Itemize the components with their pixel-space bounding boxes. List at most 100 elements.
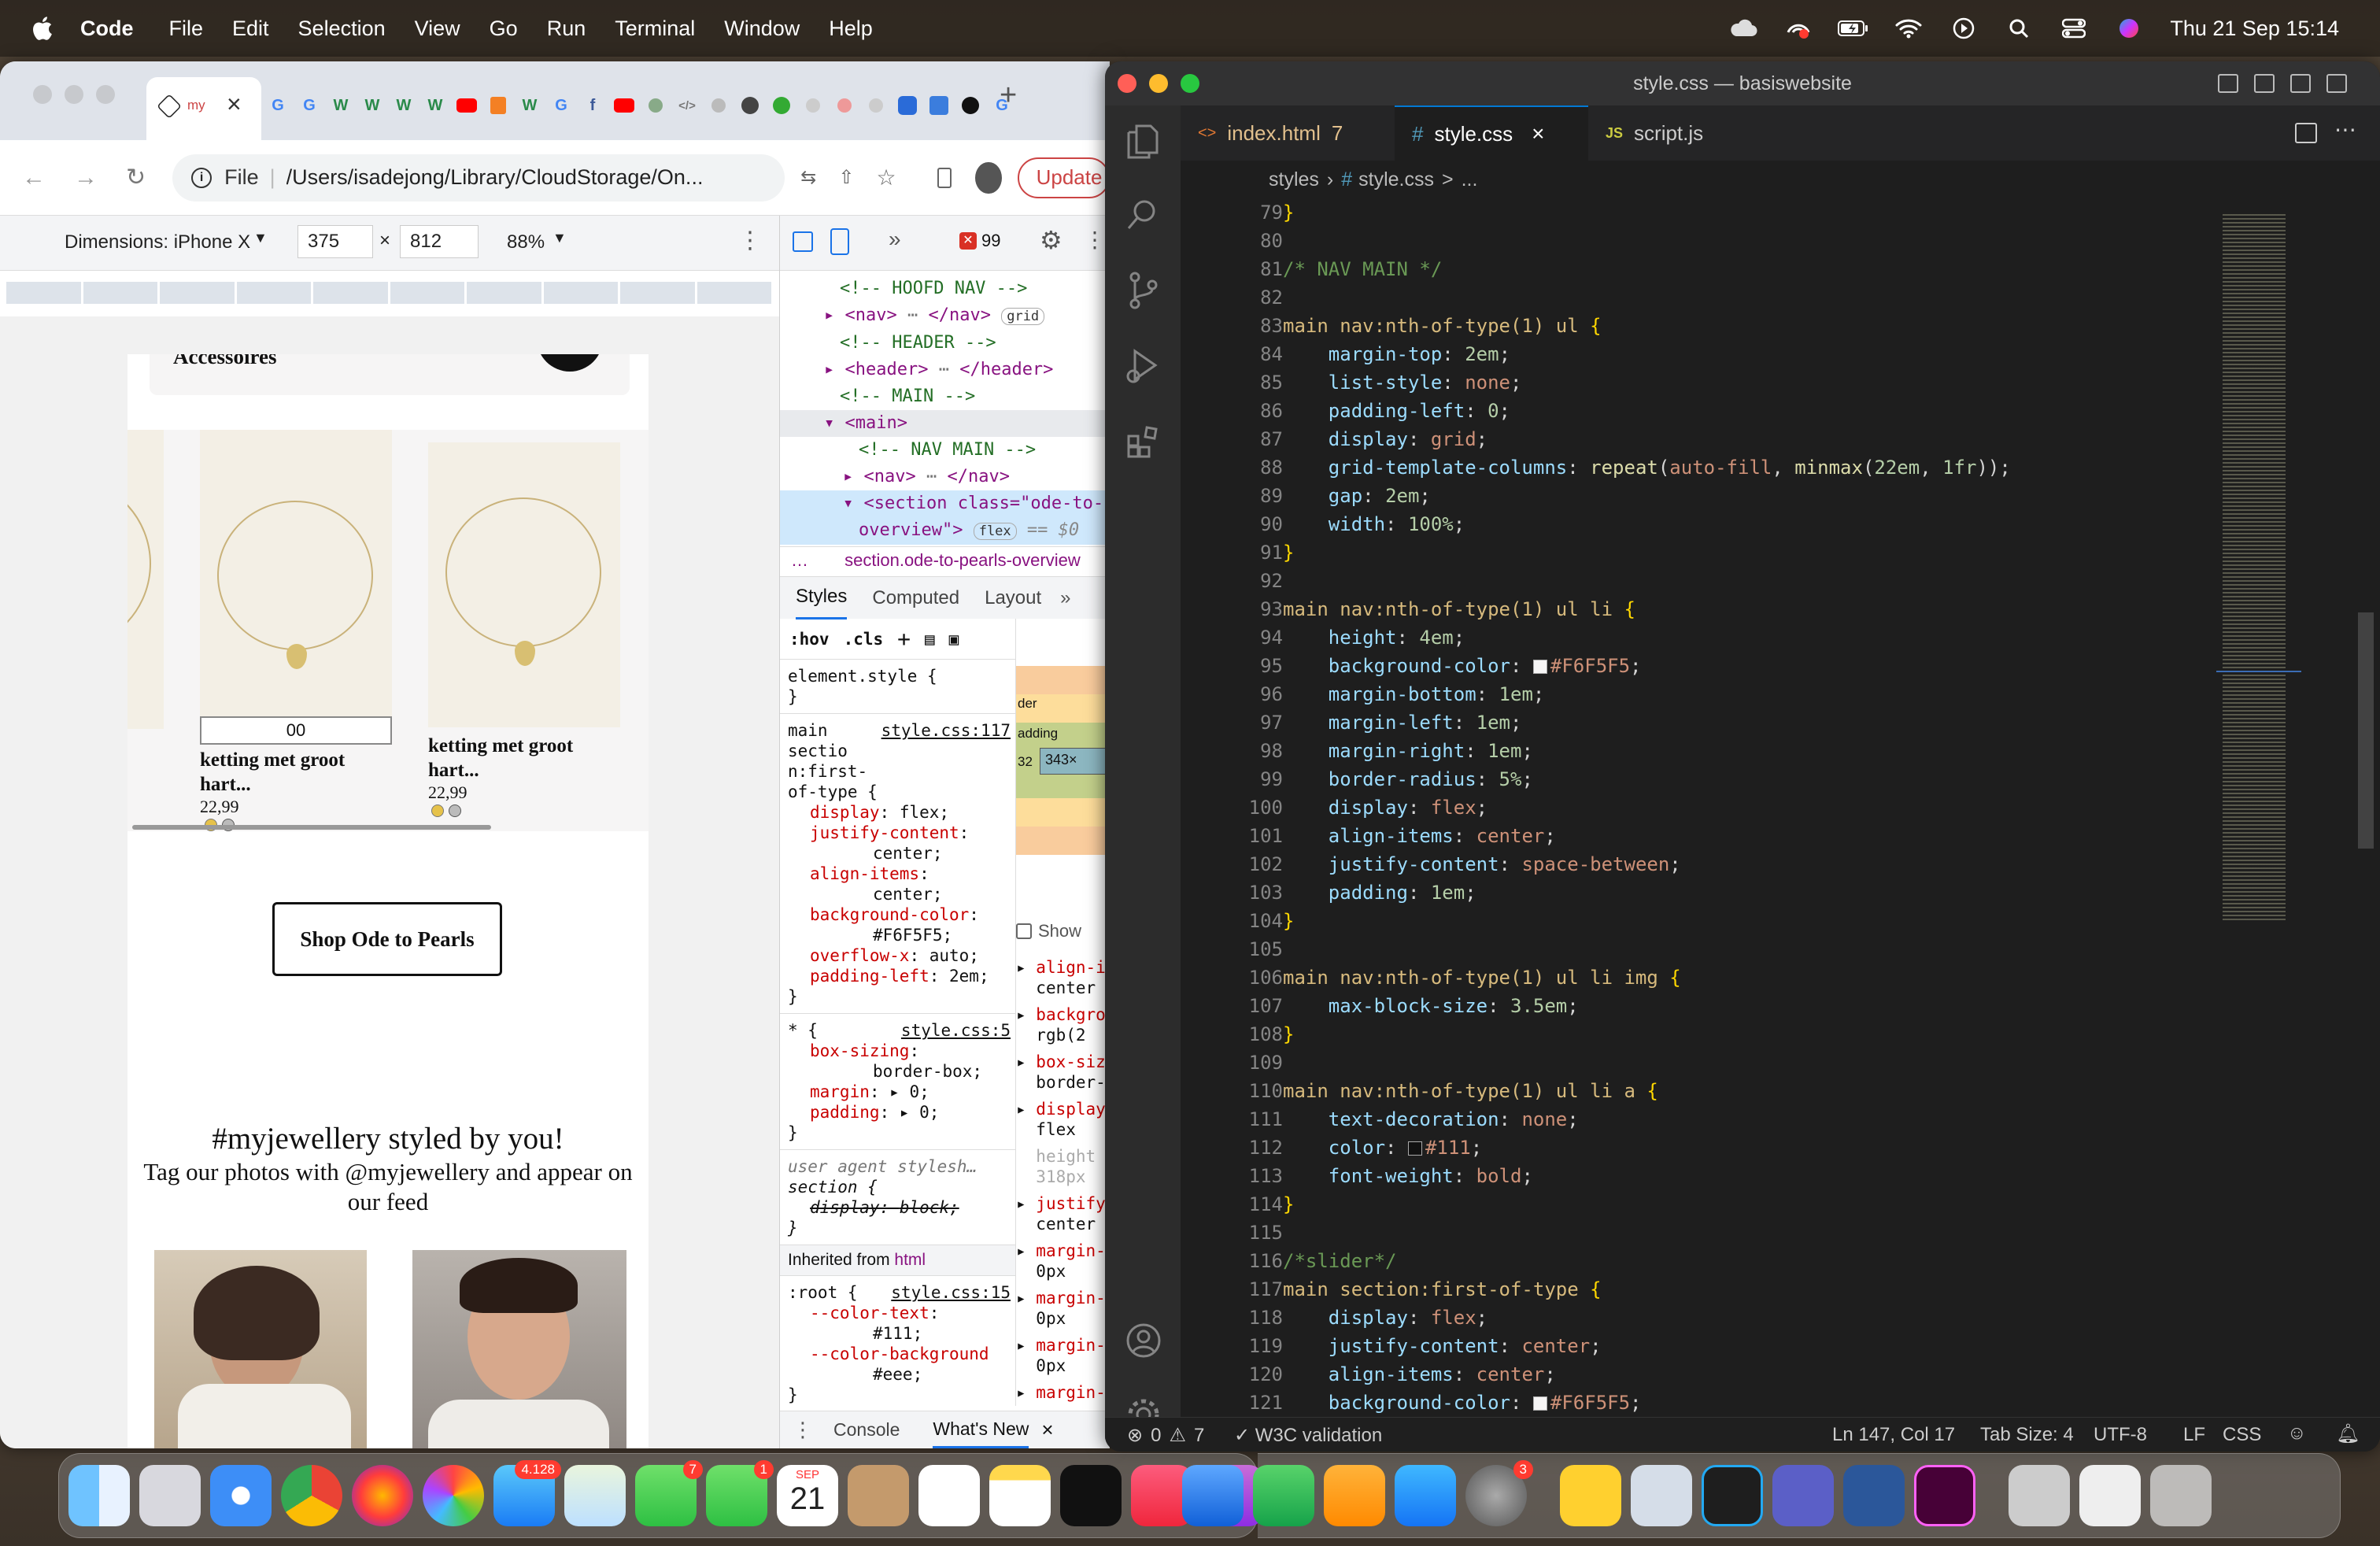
source-control-icon[interactable] [1125,271,1160,310]
rule-declaration[interactable]: padding-left: 2em; [788,966,1007,986]
device-height-input[interactable]: 812 [400,225,479,258]
shop-ode-to-pearls-button[interactable]: Shop Ode to Pearls [272,902,502,976]
photos-icon[interactable] [423,1465,484,1526]
code-line[interactable]: } [1283,1190,2298,1219]
w3c-validation-status[interactable]: ✓ W3C validation [1234,1424,1382,1447]
minimap[interactable] [2216,198,2301,1418]
info-icon[interactable]: i [191,167,213,188]
code-line[interactable] [1283,1219,2298,1247]
breadcrumb-symbol[interactable]: ... [1462,168,1478,191]
editor-scrollbar[interactable] [2358,612,2374,849]
computed-prop[interactable]: ▸ box-siz border- [1016,1052,1110,1099]
code-line[interactable]: width: 100%; [1283,510,2298,538]
menu-edit[interactable]: Edit [232,17,269,41]
active-tab[interactable]: my × [146,77,261,140]
keynote-icon[interactable] [1182,1465,1244,1526]
code-line[interactable]: padding: 1em; [1283,878,2298,907]
code-line[interactable]: text-decoration: none; [1283,1105,2298,1134]
code-line[interactable]: } [1283,198,2298,227]
contacts-icon[interactable] [848,1465,909,1526]
zoom-select[interactable]: 88% [507,231,545,253]
siri-icon[interactable] [2113,17,2145,40]
dom-breadcrumb[interactable]: … section.ode-to-pearls-overview [780,546,1110,576]
tab-globe-icon[interactable] [735,88,765,123]
grid-badge[interactable]: grid [1001,308,1045,325]
rule-declaration[interactable]: display: block; [788,1197,1007,1218]
finder-icon[interactable] [68,1465,130,1526]
code-line[interactable]: justify-content: space-between; [1283,850,2298,878]
code-line[interactable]: main section:first-of-type { [1283,1275,2298,1304]
computed-prop[interactable]: ▸ display flex [1016,1099,1110,1146]
forward-icon[interactable]: → [74,165,98,191]
rule-declaration[interactable]: --color-background #eee; [788,1344,1007,1385]
tab-close-icon[interactable]: × [1532,121,1544,146]
spotlight-search-icon[interactable] [2003,17,2034,40]
code-line[interactable] [1283,283,2298,312]
problems-status[interactable]: ⊗ 0 ⚠ 7 [1127,1424,1204,1447]
tab-green-icon[interactable] [767,88,796,123]
menu-app-name[interactable]: Code [80,17,134,41]
rule-declaration[interactable]: background-color: #F6F5F5; [788,904,1007,945]
code-line[interactable] [1283,227,2298,255]
code-line[interactable]: display: grid; [1283,425,2298,453]
rule-declaration[interactable]: box-sizing: border-box; [788,1041,1007,1082]
profile-avatar[interactable] [975,161,1002,194]
computed-prop[interactable]: ▸ backgro rgb(2 [1016,1004,1110,1052]
adobe-xd-icon[interactable] [1914,1465,1975,1526]
battery-icon[interactable] [1838,17,1869,40]
editor-more-icon[interactable]: ⋯ [2334,117,2356,142]
device-select[interactable]: Dimensions: iPhone X [65,231,250,253]
tab-styles[interactable]: Styles [796,576,848,620]
menu-go[interactable]: Go [490,17,518,41]
tab-blue-icon[interactable] [893,88,922,123]
icloud-icon[interactable] [1728,17,1759,40]
device-width-input[interactable]: 375 [298,225,373,258]
address-bar[interactable]: i File | /Users/isadejong/Library/CloudS… [172,153,785,202]
code-line[interactable]: } [1283,538,2298,567]
code-line[interactable]: /*slider*/ [1283,1247,2298,1275]
rule-source-link[interactable]: style.css:117 [881,720,1011,741]
code-line[interactable]: margin-left: 1em; [1283,708,2298,737]
product-title[interactable]: ketting met groot hart... [428,734,617,782]
screen-share-icon[interactable] [1783,17,1814,40]
dom-node-selected[interactable]: ▾ <section class="ode-to-p [780,490,1110,517]
numbers-icon[interactable] [1253,1465,1314,1526]
code-line[interactable]: align-items: center; [1283,822,2298,850]
downloads-stack-icon[interactable] [2009,1465,2070,1526]
code-line[interactable]: main nav:nth-of-type(1) ul { [1283,312,2298,340]
feedback-icon[interactable]: ☺ [2287,1422,2307,1444]
code-line[interactable]: } [1283,907,2298,935]
pages-icon[interactable] [1324,1465,1385,1526]
app-store-icon[interactable] [1395,1465,1456,1526]
code-line[interactable]: } [1283,1020,2298,1049]
firefox-icon[interactable] [352,1465,413,1526]
dom-node[interactable]: <!-- HEADER --> [780,330,1110,357]
tab-generic-icon[interactable] [830,88,859,123]
miro-icon[interactable] [1560,1465,1621,1526]
code-line[interactable] [1283,567,2298,595]
tab-style-css[interactable]: # style.css × [1395,105,1588,161]
tab-generic-icon[interactable] [861,88,891,123]
nav-card-label[interactable]: Accessoires [173,354,276,369]
tab-google-icon[interactable]: G [263,88,293,123]
zoom-chevron-icon[interactable]: ▼ [552,230,567,246]
product-title[interactable]: ketting met groot hart... [200,748,389,797]
code-line[interactable]: grid-template-columns: repeat(auto-fill,… [1283,453,2298,482]
more-panels-icon[interactable]: » [1060,587,1070,609]
rule-declaration[interactable]: --color-text: #111; [788,1303,1007,1344]
tab-rocket-icon[interactable] [641,88,671,123]
cls-toggle[interactable]: .cls [844,629,884,649]
color-swatch-silver[interactable] [449,804,461,817]
update-button[interactable]: Update [1017,157,1110,198]
nav-card[interactable]: Accessoires [150,354,630,395]
menu-clock[interactable]: Thu 21 Sep 15:14 [2170,17,2339,41]
rule-selector[interactable]: main sectio n:first-of-type { [788,720,882,802]
code-line[interactable]: gap: 2em; [1283,482,2298,510]
tab-facebook-icon[interactable]: f [578,88,608,123]
rule-selector[interactable]: section { [788,1177,1007,1197]
tab-index-html[interactable]: <> index.html 7 [1181,105,1395,161]
reminders-icon[interactable] [918,1465,980,1526]
new-tab-icon[interactable]: + [1000,79,1017,113]
dom-node[interactable]: <!-- MAIN --> [780,383,1110,410]
facetime-icon[interactable]: 1 [706,1460,774,1526]
